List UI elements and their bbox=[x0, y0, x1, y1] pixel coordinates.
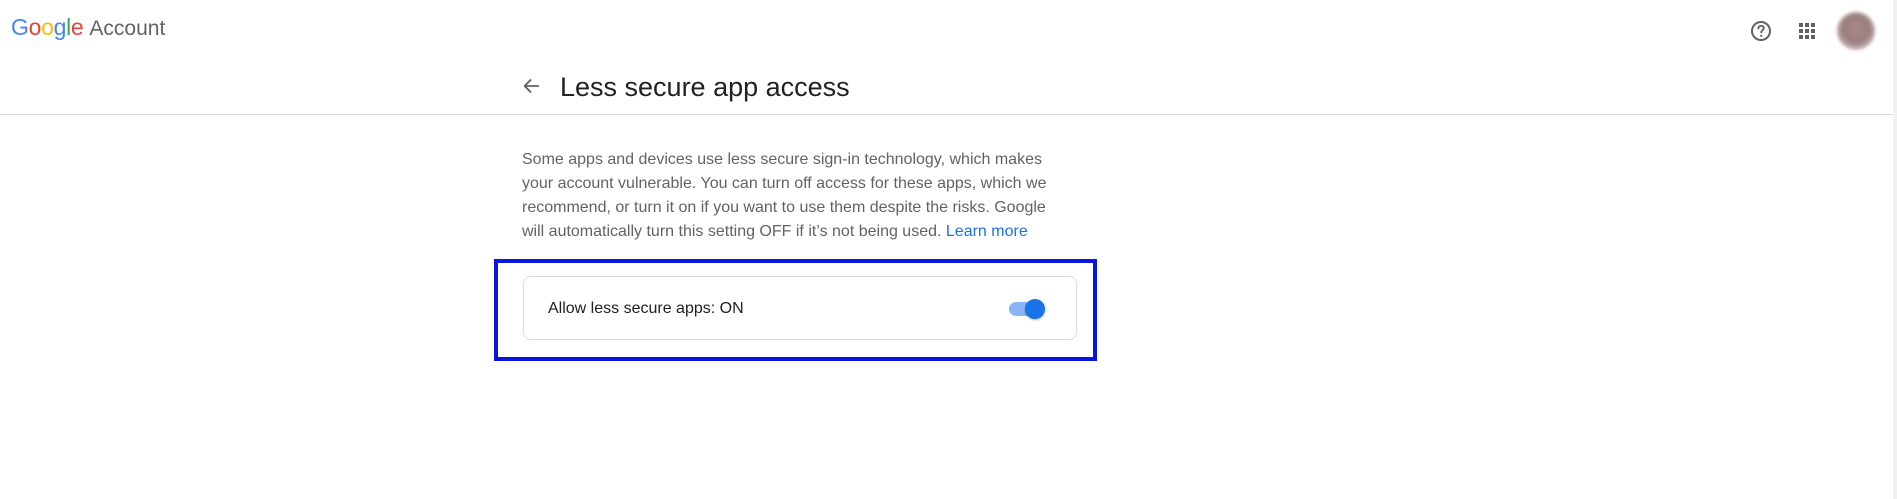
help-icon bbox=[1751, 21, 1771, 41]
page-header: Less secure app access bbox=[0, 56, 1893, 115]
account-avatar[interactable] bbox=[1837, 12, 1875, 50]
setting-label: Allow less secure apps: ON bbox=[548, 300, 744, 317]
toggle-thumb bbox=[1025, 299, 1045, 319]
help-button[interactable] bbox=[1745, 15, 1777, 47]
google-wordmark: Google bbox=[11, 14, 84, 41]
less-secure-apps-setting[interactable]: Allow less secure apps: ON bbox=[523, 276, 1077, 340]
learn-more-link[interactable]: Learn more bbox=[946, 223, 1028, 240]
logo-letter: o bbox=[41, 14, 54, 40]
less-secure-apps-toggle[interactable] bbox=[1009, 297, 1045, 319]
logo-letter: G bbox=[11, 14, 29, 40]
apps-button[interactable] bbox=[1791, 15, 1823, 47]
top-right-actions bbox=[1731, 12, 1875, 50]
logo-account-text: Account bbox=[89, 17, 166, 40]
page-title: Less secure app access bbox=[560, 72, 850, 102]
scrollbar[interactable] bbox=[1893, 0, 1897, 499]
page: Google Account Less secure app access So… bbox=[0, 0, 1897, 499]
top-app-bar: Google Account bbox=[0, 0, 1893, 56]
logo-letter: o bbox=[28, 14, 42, 40]
arrow-back-icon bbox=[523, 79, 540, 93]
logo-letter: e bbox=[70, 14, 84, 40]
logo-letter: g bbox=[53, 14, 67, 40]
google-account-logo[interactable]: Google Account bbox=[11, 14, 165, 41]
back-button[interactable] bbox=[515, 70, 547, 102]
apps-icon bbox=[1799, 23, 1815, 39]
description-text: Some apps and devices use less secure si… bbox=[522, 148, 1067, 244]
